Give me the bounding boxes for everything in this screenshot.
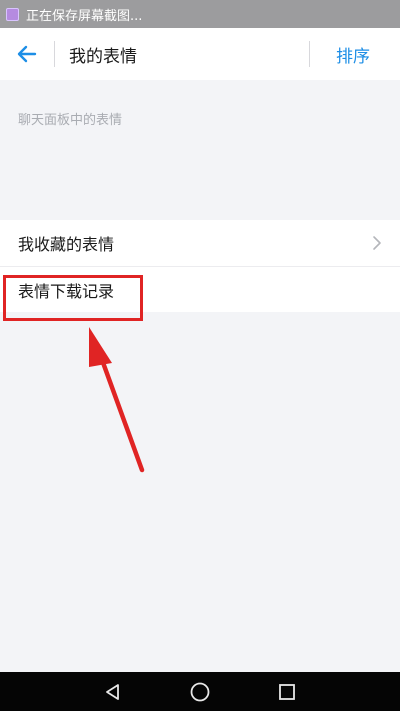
list-item-favorite-emoji[interactable]: 我收藏的表情 <box>0 220 400 266</box>
back-arrow-icon <box>17 45 37 63</box>
nav-recents-button[interactable] <box>272 677 302 707</box>
emoji-settings-list: 我收藏的表情 表情下载记录 <box>0 220 400 312</box>
status-notification-text: 正在保存屏幕截图... <box>26 8 143 24</box>
back-button[interactable] <box>0 28 54 80</box>
screenshot-notification-icon <box>6 7 19 21</box>
chat-panel-emoji-section: 聊天面板中的表情 <box>0 80 400 220</box>
list-item-label: 表情下载记录 <box>18 281 115 301</box>
status-bar: 正在保存屏幕截图... <box>0 0 400 28</box>
chevron-right-icon <box>373 236 381 250</box>
navigation-bar <box>0 672 400 711</box>
nav-back-button[interactable] <box>98 677 128 707</box>
section-label: 聊天面板中的表情 <box>18 113 123 128</box>
header-bar: 我的表情 排序 <box>0 28 400 80</box>
header-divider-right <box>309 41 310 67</box>
recents-square-icon <box>278 683 295 700</box>
list-item-label: 我收藏的表情 <box>18 235 115 254</box>
sort-button[interactable]: 排序 <box>336 42 370 67</box>
list-item-emoji-download-history[interactable]: 表情下载记录 <box>0 266 400 312</box>
page-title: 我的表情 <box>69 46 137 67</box>
home-circle-icon <box>190 682 210 701</box>
header-divider <box>54 41 55 67</box>
back-triangle-icon <box>106 683 120 700</box>
nav-home-button[interactable] <box>185 677 215 707</box>
